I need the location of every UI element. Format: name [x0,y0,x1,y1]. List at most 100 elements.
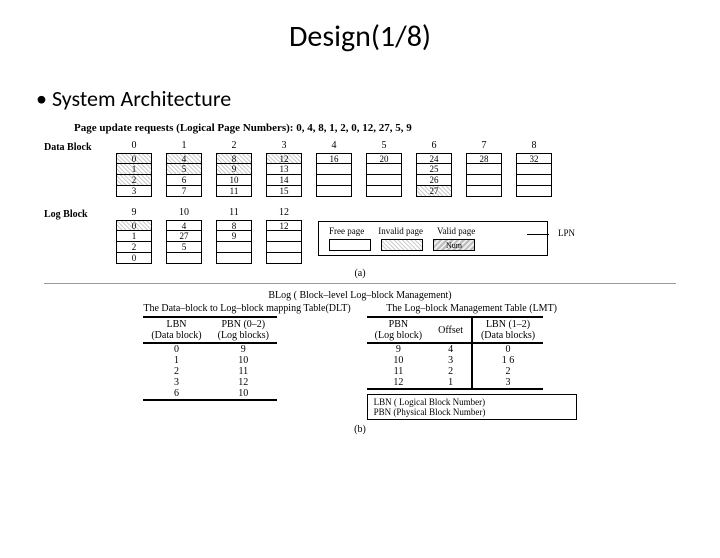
data-blocks-row: Data Block 00123145672891011312131415416… [44,140,676,197]
page-title: Design(1/8) [0,18,720,55]
page-cell [466,164,502,175]
page-cell [266,242,302,253]
log-blocks-row: Log Block 9012010427511891212 Free page … [44,207,676,264]
dlt-cell: 3 [143,377,209,388]
dlt-header: LBN(Data block) [143,317,209,343]
dlt-cell: 10 [210,355,277,366]
block-header: 0 [116,140,152,151]
block-header: 10 [166,207,202,218]
table-row: 312 [143,377,277,388]
page-cell: 0 [116,253,152,264]
lmt-cell: 3 [430,355,472,366]
footnote-pbn: PBN (Physical Block Number) [374,407,570,417]
divider [44,283,676,284]
page-cell: 25 [416,164,452,175]
block-header: 9 [116,207,152,218]
table-row: 1122 [367,366,543,377]
page-cell [366,186,402,197]
lmt-header: Offset [430,317,472,343]
dlt-caption: The Data–block to Log–block mapping Tabl… [143,303,350,314]
page-cell: 8 [216,153,252,164]
page-cell: 16 [316,153,352,164]
block: 2891011 [216,140,252,197]
table-row: 1031 6 [367,355,543,366]
dlt-group: The Data–block to Log–block mapping Tabl… [143,303,350,420]
block: 1189 [216,207,252,264]
block: 416 [316,140,352,197]
lmt-cell: 12 [367,377,431,389]
dlt-cell: 10 [210,388,277,400]
block: 520 [366,140,402,197]
lmt-cell: 1 6 [472,355,543,366]
lmt-header: LBN (1–2)(Data blocks) [472,317,543,343]
legend-free-label: Free page [329,226,364,236]
page-cell: 12 [266,220,302,231]
page-cell: 27 [166,231,202,242]
page-cell [216,242,252,253]
page-cell: 5 [166,164,202,175]
block-header: 12 [266,207,302,218]
table-row: 610 [143,388,277,400]
legend-valid-label: Valid page [437,226,475,236]
page-cell: 20 [366,153,402,164]
page-cell: 15 [266,186,302,197]
page-cell [466,186,502,197]
data-block-label: Data Block [44,140,116,153]
lmt-group: The Log–block Management Table (LMT) PBN… [367,303,577,420]
lmt-cell: 10 [367,355,431,366]
page-cell: 7 [166,186,202,197]
legend-box: Free page Invalid page Valid page Num LP… [318,221,548,256]
page-cell: 4 [166,153,202,164]
page-cell: 5 [166,242,202,253]
block: 90120 [116,207,152,264]
block: 624252627 [416,140,452,197]
page-cell: 2 [116,242,152,253]
legend-valid-swatch: Num [433,239,475,251]
table-row: 1213 [367,377,543,389]
page-cell [516,175,552,186]
page-cell: 13 [266,164,302,175]
legend-lpn-line [527,234,549,235]
lmt-cell: 1 [430,377,472,389]
legend-lpn-label: LPN [558,228,575,238]
bullet-system-architecture: System Architecture [36,85,720,112]
page-cell [316,164,352,175]
page-cell: 0 [116,153,152,164]
caption-b: (b) [44,424,676,435]
table-row: 110 [143,355,277,366]
legend-invalid-label: Invalid page [378,226,423,236]
page-cell: 26 [416,175,452,186]
lmt-cell: 11 [367,366,431,377]
block: 10 4275 [166,207,202,264]
page-cell: 12 [266,153,302,164]
page-cell: 27 [416,186,452,197]
block: 832 [516,140,552,197]
figure-container: Page update requests (Logical Page Numbe… [44,122,676,435]
page-cell: 9 [216,231,252,242]
page-cell: 4 [166,220,202,231]
block-header: 8 [516,140,552,151]
page-cell: 28 [466,153,502,164]
block: 1212 [266,207,302,264]
block-header: 4 [316,140,352,151]
block: 00123 [116,140,152,197]
page-cell: 1 [116,164,152,175]
dlt-cell: 1 [143,355,209,366]
block-header: 5 [366,140,402,151]
block-header: 11 [216,207,252,218]
blog-title: BLog ( Block–level Log–block Management) [44,290,676,301]
table-row: 09 [143,343,277,355]
page-cell [166,253,202,264]
lmt-cell: 9 [367,343,431,355]
block: 728 [466,140,502,197]
page-cell [366,175,402,186]
dlt-cell: 12 [210,377,277,388]
dlt-cell: 6 [143,388,209,400]
page-cell [266,231,302,242]
legend-free-swatch [329,239,371,251]
dlt-cell: 11 [210,366,277,377]
page-cell: 14 [266,175,302,186]
page-cell: 2 [116,175,152,186]
block: 312131415 [266,140,302,197]
dlt-cell: 0 [143,343,209,355]
